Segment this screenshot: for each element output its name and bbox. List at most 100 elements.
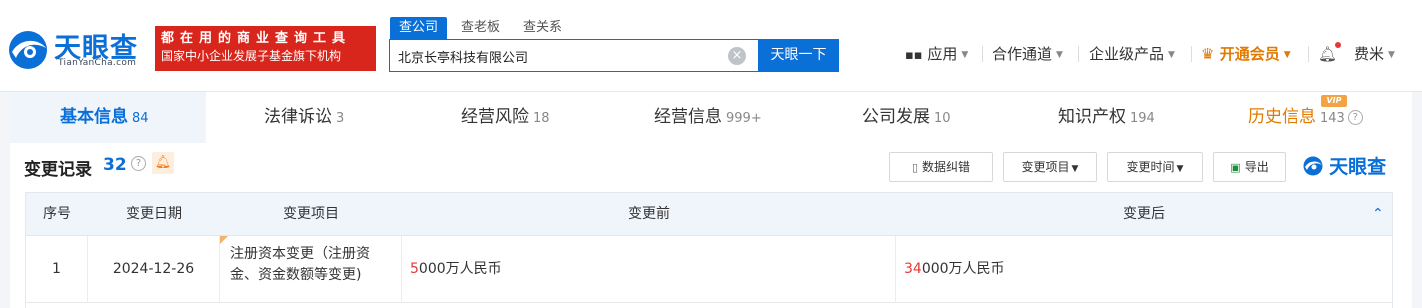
chevron-down-icon: ▼ <box>1071 164 1079 174</box>
change-item-filter[interactable]: 变更项目 ▼ <box>1003 152 1097 182</box>
tab-count: 10 <box>934 111 951 126</box>
grid-icon: ▪▪ <box>905 48 923 63</box>
cell-date: 2024-12-26 <box>88 236 220 303</box>
excel-icon: ▣ <box>1230 161 1241 174</box>
slogan-banner: 都在用的商业查询工具 国家中小企业发展子基金旗下机构 <box>155 26 376 71</box>
section-count: 32 <box>103 155 127 175</box>
nav-vip-label: 开通会员 <box>1219 45 1280 63</box>
nav-vip[interactable]: ♛ 开通会员 ▼ <box>1201 44 1291 64</box>
chevron-down-icon: ▼ <box>1176 164 1184 174</box>
tab-label: 公司发展 <box>862 107 930 127</box>
tab-search-relation[interactable]: 查关系 <box>523 17 562 39</box>
column-header: 变更后 <box>1123 206 1165 222</box>
change-time-filter[interactable]: 变更时间 ▼ <box>1107 152 1203 182</box>
diff-highlight: 5 <box>410 261 419 277</box>
column-header: 变更日期 <box>126 206 182 222</box>
slogan-line-2: 国家中小企业发展子基金旗下机构 <box>161 49 342 63</box>
column-header: 变更前 <box>628 206 670 222</box>
export-button[interactable]: ▣ 导出 <box>1213 152 1286 182</box>
chevron-down-icon: ▼ <box>961 49 969 60</box>
cell-item-text: 注册资本变更（注册资金、资金数额等变更) <box>230 246 370 283</box>
nav-channel[interactable]: 合作通道 ▼ <box>992 44 1063 64</box>
button-label: 变更项目 <box>1021 160 1070 174</box>
notification-bell[interactable]: 🔔︎ <box>1318 44 1337 64</box>
button-label: 导出 <box>1244 160 1269 174</box>
cell-after: 34000万人民币 <box>896 236 1392 303</box>
tab-legal[interactable]: 法律诉讼 3 <box>264 92 344 143</box>
tab-label: 历史信息 <box>1248 107 1316 127</box>
tab-basic-info[interactable]: 基本信息 84 <box>60 92 149 143</box>
chevron-down-icon: ▼ <box>1168 49 1175 60</box>
tab-history[interactable]: 历史信息 143? <box>1248 92 1363 143</box>
help-icon[interactable]: ? <box>1347 109 1363 125</box>
search-box: × 天眼一下 <box>389 39 839 72</box>
slogan-line-1: 都在用的商业查询工具 <box>161 31 352 46</box>
tab-count: 3 <box>336 111 345 126</box>
divider <box>1191 46 1192 62</box>
monitor-bell-icon[interactable]: 🔔︎ <box>152 152 174 174</box>
corner-marker <box>220 236 228 244</box>
document-icon: ▯ <box>911 161 919 174</box>
tab-count: 143 <box>1320 111 1345 126</box>
chevron-down-icon: ▼ <box>1283 49 1291 60</box>
nav-apps-label: 应用 <box>927 45 958 63</box>
nav-user[interactable]: 费米 ▼ <box>1354 44 1395 64</box>
search-button[interactable]: 天眼一下 <box>758 39 839 72</box>
tab-ip[interactable]: 知识产权 194 <box>1058 92 1155 143</box>
eye-logo-icon <box>1303 156 1323 175</box>
tab-label: 基本信息 <box>60 107 128 127</box>
brand-watermark: 天眼查 <box>1302 152 1386 178</box>
tab-label: 法律诉讼 <box>264 107 332 127</box>
nav-apps[interactable]: ▪▪ 应用 ▼ <box>905 44 968 64</box>
tab-development[interactable]: 公司发展 10 <box>862 92 951 143</box>
tab-count: 999+ <box>726 111 762 126</box>
button-label: 数据纠错 <box>922 160 971 174</box>
cell-before-text: 000万人民币 <box>418 261 502 277</box>
top-header: 天眼查 TianYanCha.com 都在用的商业查询工具 国家中小企业发展子基… <box>0 0 1422 92</box>
change-records-section: 变更记录 32 ? 🔔︎ ▯ 数据纠错 变更项目 ▼ 变更时间 ▼ ▣ 导出 天眼查 序… <box>10 143 1412 308</box>
divider <box>1078 46 1079 62</box>
cell-index: 1 <box>26 236 88 303</box>
tab-search-company[interactable]: 查公司 <box>390 17 448 39</box>
table-row <box>26 303 1392 308</box>
search-input[interactable] <box>398 46 718 66</box>
chevron-down-icon: ▼ <box>1056 49 1063 60</box>
notification-dot <box>1335 42 1341 48</box>
change-records-table: 序号 变更日期 变更项目 变更前 变更后 ⌃ 1 2024-12-26 注册资本… <box>25 192 1393 308</box>
table-row: 1 2024-12-26 注册资本变更（注册资金、资金数额等变更) 5000万人… <box>26 236 1392 303</box>
data-correct-button[interactable]: ▯ 数据纠错 <box>889 152 993 182</box>
bell-icon: 🔔︎ <box>1318 45 1338 63</box>
clear-icon[interactable]: × <box>728 47 746 65</box>
column-header: 变更项目 <box>283 206 339 222</box>
divider <box>1308 46 1309 62</box>
diff-highlight: 34 <box>904 261 922 277</box>
collapse-icon[interactable]: ⌃ <box>1372 206 1384 222</box>
nav-channel-label: 合作通道 <box>992 45 1053 63</box>
brand-name: 天眼查 <box>1329 156 1387 178</box>
cell-item: 注册资本变更（注册资金、资金数额等变更) <box>220 236 402 303</box>
cell-after-text: 000万人民币 <box>921 261 1005 277</box>
tab-label: 知识产权 <box>1058 107 1126 127</box>
button-label: 变更时间 <box>1126 160 1175 174</box>
tab-label: 经营风险 <box>461 107 529 127</box>
table-header: 序号 变更日期 变更项目 变更前 变更后 ⌃ <box>26 193 1392 236</box>
company-info-tabs: 基本信息 84 法律诉讼 3 经营风险 18 经营信息 999+ 公司发展 10 知识产权… <box>10 92 1412 143</box>
tab-risk[interactable]: 经营风险 18 <box>461 92 550 143</box>
tianyancha-logo[interactable]: 天眼查 TianYanCha.com <box>6 24 146 72</box>
section-title: 变更记录 <box>24 160 92 180</box>
tab-operation[interactable]: 经营信息 999+ <box>654 92 762 143</box>
eye-logo-icon <box>9 31 47 69</box>
divider <box>982 46 983 62</box>
tab-count: 18 <box>533 111 550 126</box>
help-icon[interactable]: ? <box>131 156 146 171</box>
tab-search-boss[interactable]: 查老板 <box>461 17 500 39</box>
nav-user-label: 费米 <box>1354 45 1385 63</box>
chevron-down-icon: ▼ <box>1388 49 1395 60</box>
cell-before: 5000万人民币 <box>402 236 896 303</box>
tab-label: 经营信息 <box>654 107 722 127</box>
nav-enterprise-label: 企业级产品 <box>1089 45 1165 63</box>
nav-enterprise[interactable]: 企业级产品 ▼ <box>1089 44 1175 64</box>
tab-count: 194 <box>1130 111 1155 126</box>
column-header: 序号 <box>43 206 71 222</box>
brand-domain: TianYanCha.com <box>58 58 137 68</box>
